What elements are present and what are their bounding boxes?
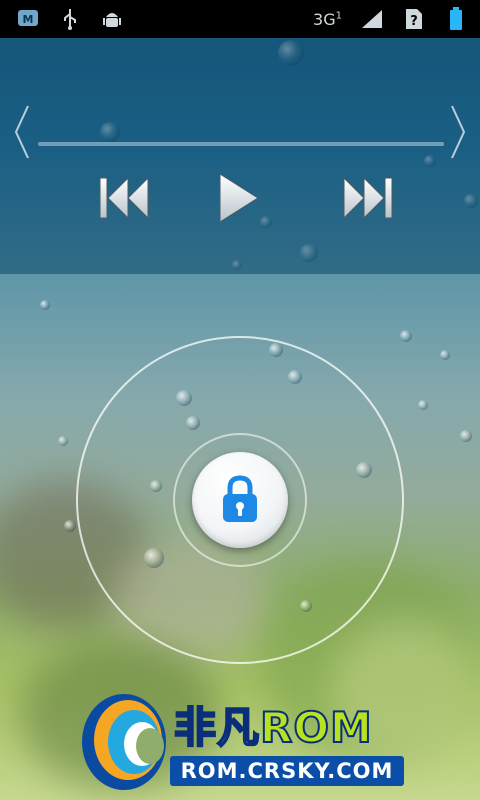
- lock-handle-button[interactable]: [192, 452, 288, 548]
- track-progress-bar[interactable]: [38, 142, 444, 146]
- previous-track-icon: [99, 176, 149, 220]
- raindrop: [58, 436, 68, 446]
- sync-icon: M: [16, 7, 40, 31]
- watermark-title: 非凡ROM: [173, 702, 373, 753]
- raindrop: [40, 300, 50, 310]
- sim-unknown-icon: ?: [402, 7, 426, 31]
- previous-page-arrow[interactable]: [10, 104, 34, 160]
- network-type-label: 3G1: [313, 9, 342, 29]
- play-icon: [219, 173, 259, 223]
- watermark-url: ROM.CRSKY.COM: [170, 756, 404, 786]
- status-bar: M 3G1 ?: [0, 0, 480, 38]
- padlock-icon: [223, 475, 257, 522]
- crsky-watermark: 非凡ROM ROM.CRSKY.COM: [78, 688, 418, 794]
- usb-icon: [58, 7, 82, 31]
- android-debug-icon: [100, 7, 124, 31]
- music-control-panel: [0, 38, 480, 274]
- svg-text:M: M: [23, 13, 34, 26]
- battery-icon: [444, 7, 468, 31]
- signal-icon: [360, 7, 384, 31]
- raindrop: [460, 430, 472, 442]
- next-track-button[interactable]: [336, 166, 400, 230]
- play-button[interactable]: [206, 166, 270, 230]
- next-track-icon: [343, 176, 393, 220]
- crsky-logo-icon: [82, 694, 166, 790]
- raindrop: [440, 350, 450, 360]
- previous-track-button[interactable]: [92, 166, 156, 230]
- raindrop: [418, 400, 428, 410]
- next-page-arrow[interactable]: [446, 104, 470, 160]
- raindrop: [400, 330, 412, 342]
- svg-text:?: ?: [410, 14, 418, 29]
- raindrop: [64, 520, 76, 532]
